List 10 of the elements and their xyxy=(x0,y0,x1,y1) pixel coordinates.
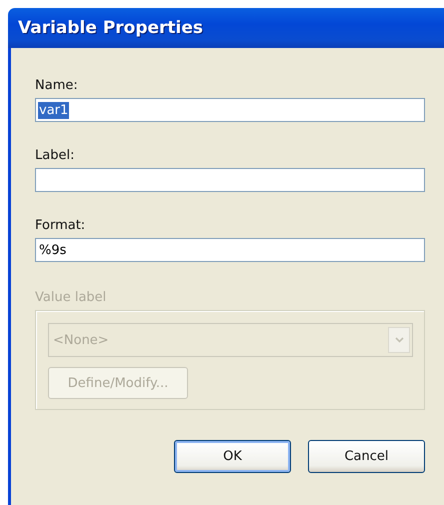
field-label: Format: xyxy=(35,218,86,233)
input-field[interactable] xyxy=(35,168,425,192)
field-label: Label: xyxy=(35,148,76,163)
field-label: Name: xyxy=(35,78,79,93)
input-field[interactable]: %9s xyxy=(35,238,425,262)
group-title: Value label xyxy=(35,290,108,305)
input-field[interactable]: var1 xyxy=(35,98,425,122)
dialog-button[interactable]: OK xyxy=(174,440,291,473)
window-title: Variable Properties xyxy=(18,18,204,38)
dialog-button[interactable]: Cancel xyxy=(308,440,425,473)
